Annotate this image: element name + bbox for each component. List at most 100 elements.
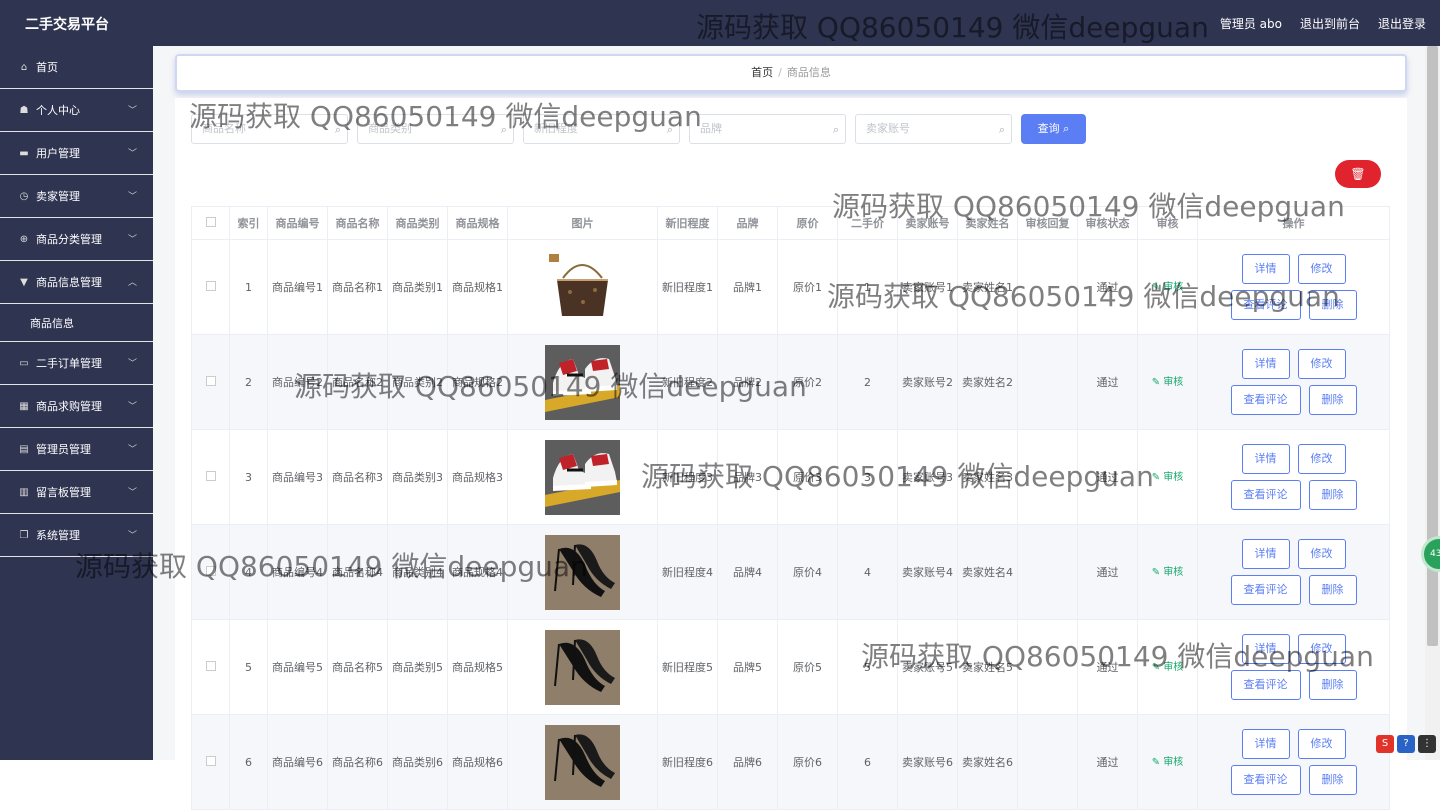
detail-button[interactable]: 详情 (1241, 729, 1290, 759)
view-comments-button[interactable]: 查看评论 (1230, 385, 1301, 415)
cell-name: 商品名称2 (327, 334, 388, 430)
audit-button[interactable]: ✎ 审核 (1152, 662, 1184, 673)
audit-button[interactable]: ✎ 审核 (1152, 377, 1184, 388)
cell-idx: 3 (229, 429, 268, 525)
sidebar-item[interactable]: ▭ 二手订单管理 ﹀ (0, 342, 153, 385)
detail-button[interactable]: 详情 (1241, 634, 1290, 664)
cell-image (507, 334, 658, 430)
delete-button[interactable]: 删除 (1308, 670, 1357, 700)
delete-button[interactable]: 删除 (1308, 575, 1357, 605)
help-icon[interactable]: ? (1397, 735, 1415, 753)
sidebar-item[interactable]: ⊕ 商品分类管理 ﹀ (0, 218, 153, 261)
detail-button[interactable]: 详情 (1241, 444, 1290, 474)
row-checkbox[interactable] (205, 375, 216, 386)
cell-reply (1017, 239, 1078, 335)
sidebar-item[interactable]: ◷ 卖家管理 ﹀ (0, 175, 153, 218)
cell-code: 商品编号2 (267, 334, 328, 430)
chevron-icon: ﹀ (127, 531, 137, 541)
detail-button[interactable]: 详情 (1241, 254, 1290, 284)
row-checkbox[interactable] (205, 280, 216, 291)
cell-orig: 原价2 (777, 334, 838, 430)
audit-button[interactable]: ✎ 审核 (1152, 282, 1184, 293)
sidebar-item[interactable]: ▤ 管理员管理 ﹀ (0, 428, 153, 471)
cell-acct: 卖家账号6 (897, 714, 958, 810)
column-header: 卖家账号 (897, 206, 958, 240)
breadcrumb-home[interactable]: 首页 (751, 66, 773, 79)
sidebar-item-label: 商品求购管理 (36, 400, 102, 413)
exit-to-front-link[interactable]: 退出到前台 (1300, 15, 1360, 32)
cell-reply (1017, 524, 1078, 620)
sidebar-item[interactable]: ▥ 留言板管理 ﹀ (0, 471, 153, 514)
cell-code: 商品编号6 (267, 714, 328, 810)
input-method-icon[interactable]: S (1376, 735, 1394, 753)
cell-code: 商品编号1 (267, 239, 328, 335)
view-comments-button[interactable]: 查看评论 (1230, 480, 1301, 510)
cell-status: 通过 (1077, 334, 1138, 430)
row-checkbox[interactable] (205, 660, 216, 671)
row-select-cell (191, 714, 230, 810)
view-comments-button[interactable]: 查看评论 (1230, 290, 1301, 320)
view-comments-button[interactable]: 查看评论 (1230, 575, 1301, 605)
search-icon: ⌕ (666, 123, 673, 136)
delete-button[interactable]: 删除 (1308, 385, 1357, 415)
sidebar-item[interactable]: ❐ 系统管理 ﹀ (0, 514, 153, 557)
edit-button[interactable]: 修改 (1297, 254, 1346, 284)
cell-price: 5 (837, 619, 898, 715)
batch-delete-button[interactable]: 🗑 (1335, 160, 1381, 188)
sidebar-subitem-goods-info[interactable]: 商品信息 (0, 304, 153, 342)
row-checkbox[interactable] (205, 470, 216, 481)
audit-button[interactable]: ✎ 审核 (1152, 757, 1184, 768)
view-comments-button[interactable]: 查看评论 (1230, 670, 1301, 700)
edit-button[interactable]: 修改 (1297, 349, 1346, 379)
actions-group: 详情 修改 查看评论 删除 (1206, 349, 1381, 415)
product-image-heels (545, 724, 620, 800)
sidebar-item[interactable]: ▦ 商品求购管理 ﹀ (0, 385, 153, 428)
search-input-seller-account[interactable]: 卖家账号 ⌕ (855, 114, 1012, 144)
edit-button[interactable]: 修改 (1297, 444, 1346, 474)
page-scrollbar[interactable] (1425, 46, 1440, 760)
select-all-checkbox[interactable] (205, 216, 216, 227)
cell-actions: 详情 修改 查看评论 删除 (1197, 334, 1390, 430)
product-image-handbag (545, 249, 620, 325)
home-icon: ⌂ (20, 61, 28, 73)
sidebar-item[interactable]: ☗ 个人中心 ﹀ (0, 89, 153, 132)
sidebar-item[interactable]: ▬ 用户管理 ﹀ (0, 132, 153, 175)
cell-cond: 新旧程度2 (657, 334, 718, 430)
settings-icon[interactable]: ⋮ (1418, 735, 1436, 753)
search-input-brand[interactable]: 品牌 ⌕ (689, 114, 846, 144)
delete-button[interactable]: 删除 (1308, 480, 1357, 510)
select-all-header[interactable] (191, 206, 230, 240)
cell-orig: 原价3 (777, 429, 838, 525)
logout-link[interactable]: 退出登录 (1378, 15, 1426, 32)
search-input-category[interactable]: 商品类别 ⌕ (357, 114, 514, 144)
chevron-icon: ﹀ (127, 149, 137, 159)
search-input-condition[interactable]: 新旧程度 ⌕ (523, 114, 680, 144)
cell-cat: 商品类别4 (387, 524, 448, 620)
edit-button[interactable]: 修改 (1297, 634, 1346, 664)
cell-image (507, 524, 658, 620)
query-button[interactable]: 查询 ⌕ (1021, 114, 1086, 144)
copy-icon: ❐ (19, 529, 29, 541)
cell-acct: 卖家账号2 (897, 334, 958, 430)
row-checkbox[interactable] (205, 755, 216, 766)
sidebar-item[interactable]: ▼ 商品信息管理 ︿ (0, 261, 153, 304)
column-header: 索引 (229, 206, 268, 240)
column-header: 审核状态 (1077, 206, 1138, 240)
top-bar: 二手交易平台 管理员 abo 退出到前台 退出登录 (0, 0, 1440, 46)
row-checkbox[interactable] (205, 565, 216, 576)
edit-button[interactable]: 修改 (1297, 729, 1346, 759)
audit-button[interactable]: ✎ 审核 (1152, 567, 1184, 578)
sidebar-item[interactable]: ⌂ 首页 (0, 46, 153, 89)
audit-button[interactable]: ✎ 审核 (1152, 472, 1184, 483)
cell-orig: 原价4 (777, 524, 838, 620)
column-header: 原价 (777, 206, 838, 240)
delete-button[interactable]: 删除 (1308, 290, 1357, 320)
edit-button[interactable]: 修改 (1297, 539, 1346, 569)
search-input-name[interactable]: 商品名称 ⌕ (191, 114, 348, 144)
delete-button[interactable]: 删除 (1308, 765, 1357, 795)
cell-spec: 商品规格6 (447, 714, 508, 810)
detail-button[interactable]: 详情 (1241, 349, 1290, 379)
view-comments-button[interactable]: 查看评论 (1230, 765, 1301, 795)
chevron-icon: ︿ (127, 278, 137, 288)
detail-button[interactable]: 详情 (1241, 539, 1290, 569)
